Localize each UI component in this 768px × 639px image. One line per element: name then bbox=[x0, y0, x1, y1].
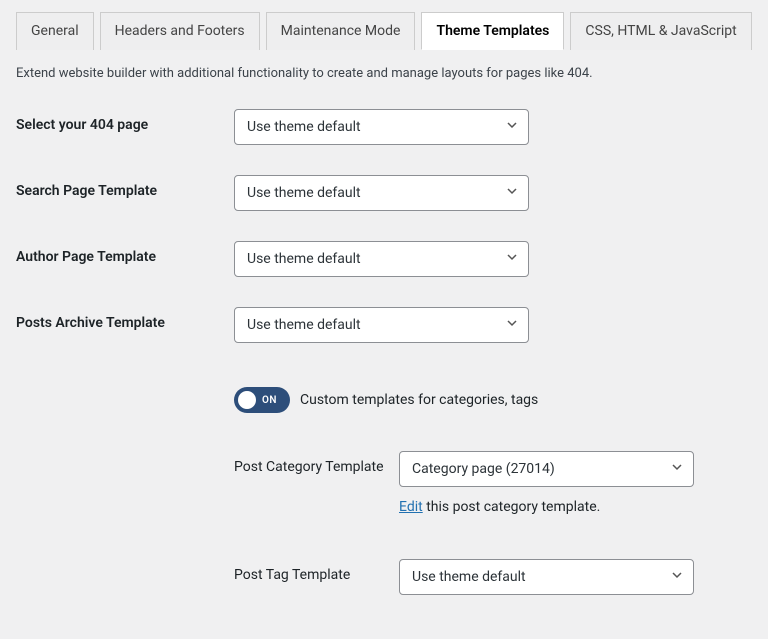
page-description: Extend website builder with additional f… bbox=[16, 66, 752, 81]
select-404-page-value: Use theme default bbox=[247, 119, 361, 135]
toggle-knob bbox=[238, 391, 256, 409]
toggle-custom-templates[interactable]: ON bbox=[234, 387, 290, 413]
select-category-value: Category page (27014) bbox=[412, 461, 555, 477]
select-tag-value: Use theme default bbox=[412, 569, 526, 585]
label-search-template: Search Page Template bbox=[16, 175, 234, 199]
label-author-template: Author Page Template bbox=[16, 241, 234, 265]
label-404-page: Select your 404 page bbox=[16, 109, 234, 133]
select-author-template[interactable]: Use theme default bbox=[234, 241, 529, 277]
label-post-category-template: Post Category Template bbox=[234, 451, 399, 475]
select-search-template[interactable]: Use theme default bbox=[234, 175, 529, 211]
tab-theme-templates[interactable]: Theme Templates bbox=[421, 12, 564, 50]
select-post-tag-template[interactable]: Use theme default bbox=[399, 559, 694, 595]
select-404-page[interactable]: Use theme default bbox=[234, 109, 529, 145]
chevron-down-icon bbox=[671, 569, 683, 585]
label-post-tag-template: Post Tag Template bbox=[234, 559, 399, 583]
settings-tabs: General Headers and Footers Maintenance … bbox=[16, 12, 752, 50]
tab-css-html-js[interactable]: CSS, HTML & JavaScript bbox=[570, 12, 751, 50]
label-posts-archive: Posts Archive Template bbox=[16, 307, 234, 331]
hint-rest: this post category template. bbox=[423, 499, 601, 515]
chevron-down-icon bbox=[506, 119, 518, 135]
tab-maintenance[interactable]: Maintenance Mode bbox=[266, 12, 416, 50]
select-post-category-template[interactable]: Category page (27014) bbox=[399, 451, 694, 487]
select-posts-archive[interactable]: Use theme default bbox=[234, 307, 529, 343]
select-author-value: Use theme default bbox=[247, 251, 361, 267]
chevron-down-icon bbox=[506, 251, 518, 267]
chevron-down-icon bbox=[506, 317, 518, 333]
edit-category-template-link[interactable]: Edit bbox=[399, 499, 423, 515]
category-template-hint: Edit this post category template. bbox=[399, 499, 694, 515]
toggle-state-label: ON bbox=[262, 395, 277, 406]
tab-general[interactable]: General bbox=[16, 12, 94, 50]
tab-headers-footers[interactable]: Headers and Footers bbox=[100, 12, 260, 50]
toggle-text: Custom templates for categories, tags bbox=[300, 392, 538, 408]
chevron-down-icon bbox=[671, 461, 683, 477]
select-posts-archive-value: Use theme default bbox=[247, 317, 361, 333]
select-search-value: Use theme default bbox=[247, 185, 361, 201]
chevron-down-icon bbox=[506, 185, 518, 201]
